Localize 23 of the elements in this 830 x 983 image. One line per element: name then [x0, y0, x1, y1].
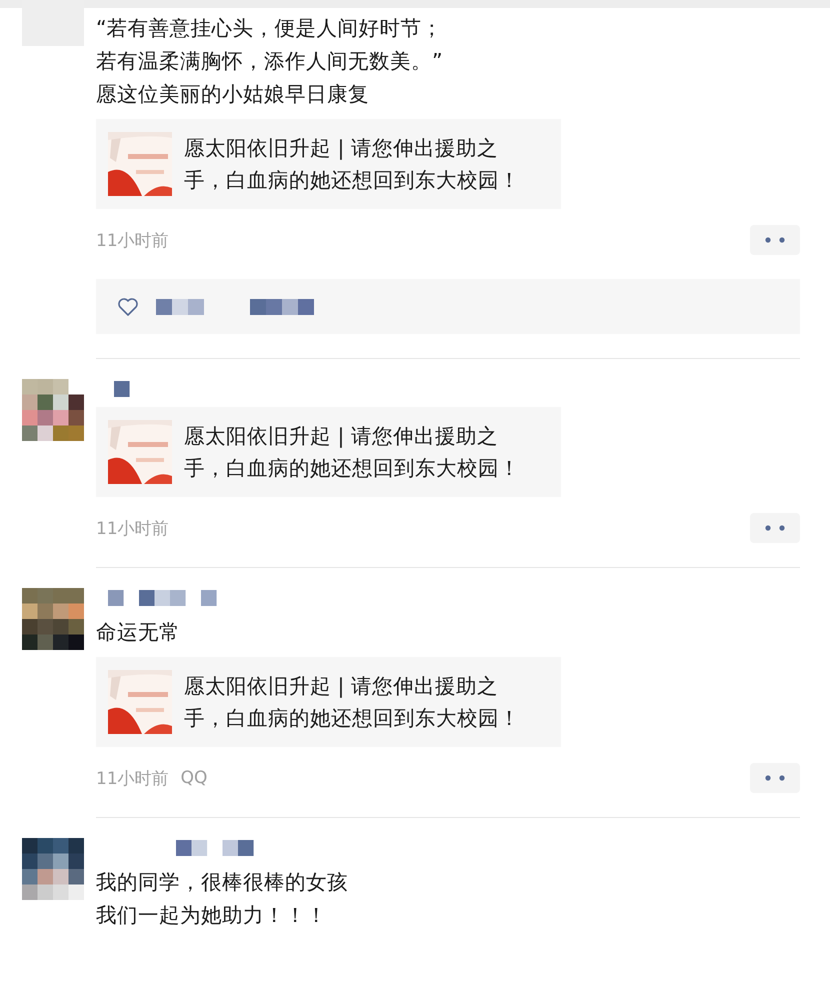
- post-text: “若有善意挂心头，便是人间好时节；: [96, 15, 444, 42]
- dots-icon: [765, 237, 785, 243]
- more-button[interactable]: [750, 225, 800, 255]
- dots-icon: [765, 525, 785, 531]
- post-text: 命运无常: [96, 619, 181, 646]
- post-text: 我的同学，很棒很棒的女孩: [96, 869, 349, 896]
- post-time: 11小时前: [96, 230, 169, 252]
- post-text: 若有温柔满胸怀，添作人间无数美。”: [96, 48, 444, 75]
- link-title: 愿太阳依旧升起 | 请您伸出援助之手，白血病的她还想回到东大校园！: [184, 135, 521, 194]
- blurred-name[interactable]: [250, 298, 314, 314]
- link-card[interactable]: 愿太阳依旧升起 | 请您伸出援助之手，白血病的她还想回到东大校园！: [96, 407, 561, 497]
- link-title: 愿太阳依旧升起 | 请您伸出援助之手，白血病的她还想回到东大校园！: [184, 673, 521, 732]
- post-text: 我们一起为她助力！！！: [96, 902, 328, 929]
- dots-icon: [765, 775, 785, 781]
- more-button[interactable]: [750, 513, 800, 543]
- post-text: 愿这位美丽的小姑娘早日康复: [96, 81, 370, 108]
- post-time: 11小时前: [96, 518, 169, 540]
- link-card[interactable]: 愿太阳依旧升起 | 请您伸出援助之手，白血病的她还想回到东大校园！: [96, 657, 561, 747]
- post-time: 11小时前: [96, 768, 169, 790]
- blurred-name[interactable]: [156, 298, 204, 314]
- more-button[interactable]: [750, 763, 800, 793]
- link-title: 愿太阳依旧升起 | 请您伸出援助之手，白血病的她还想回到东大校园！: [184, 423, 521, 482]
- link-card[interactable]: 愿太阳依旧升起 | 请您伸出援助之手，白血病的她还想回到东大校园！: [96, 119, 561, 209]
